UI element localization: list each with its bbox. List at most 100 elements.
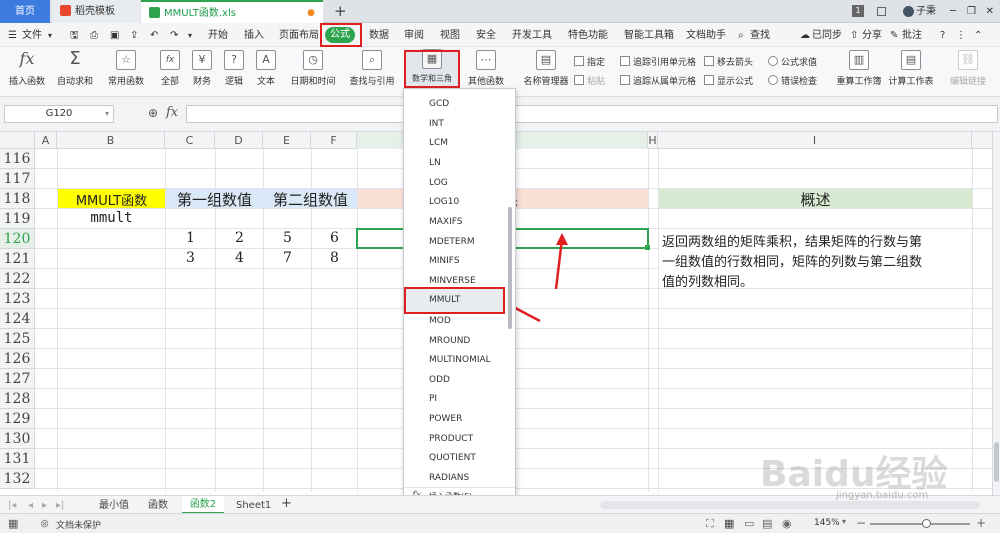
text-functions-button[interactable]: A 文本: [252, 50, 280, 87]
edit-links-button[interactable]: ⛓ 编辑链接: [946, 50, 990, 87]
redo-icon[interactable]: ↷: [170, 28, 178, 43]
fn-item-lcm[interactable]: LCM: [429, 138, 448, 148]
share-icon[interactable]: ⇧: [850, 28, 858, 43]
name-box[interactable]: G120 ▾: [4, 105, 114, 123]
sync-status[interactable]: 已同步: [812, 28, 842, 43]
fn-item-log10[interactable]: LOG10: [429, 197, 459, 207]
menu-page-layout[interactable]: 页面布局: [279, 28, 319, 43]
col-header-b[interactable]: B: [57, 132, 165, 149]
save-icon[interactable]: 🖫: [70, 28, 79, 43]
formula-input[interactable]: [186, 105, 998, 123]
menu-features[interactable]: 特色功能: [568, 28, 608, 43]
menu-view[interactable]: 视图: [440, 28, 460, 43]
evaluate-formula-button[interactable]: 公式求值: [768, 55, 817, 68]
more-icon[interactable]: ⋮: [956, 28, 966, 43]
menu-security[interactable]: 安全: [476, 28, 496, 43]
minimize-icon[interactable]: ─: [950, 0, 956, 23]
fn-item-maxifs[interactable]: MAXIFS: [429, 217, 462, 227]
print-preview-icon[interactable]: ▣: [110, 28, 119, 43]
zoom-level[interactable]: 145%: [814, 518, 840, 528]
lookup-button[interactable]: ⌕ 查找与引用: [344, 50, 400, 87]
zoom-out-icon[interactable]: −: [856, 516, 866, 530]
menu-dev-tools[interactable]: 开发工具: [512, 28, 552, 43]
fn-item-quotient[interactable]: QUOTIENT: [429, 453, 476, 463]
last-sheet-icon[interactable]: ▸|: [56, 498, 64, 513]
next-sheet-icon[interactable]: ▸: [42, 498, 47, 513]
fn-item-power[interactable]: POWER: [429, 414, 462, 424]
help-icon[interactable]: ?: [940, 28, 945, 43]
sheet-tab-sheet1[interactable]: Sheet1: [236, 498, 271, 513]
fn-item-ln[interactable]: LN: [429, 158, 441, 168]
zoom-fn-icon[interactable]: ⊕: [148, 106, 158, 120]
dropdown-scrollbar-thumb[interactable]: [508, 207, 512, 329]
trace-dependents-button[interactable]: 追踪从属单元格: [620, 74, 696, 87]
close-icon[interactable]: ✕: [986, 0, 994, 23]
add-tab-button[interactable]: +: [334, 0, 347, 22]
autosum-button[interactable]: Σ 自动求和: [54, 50, 96, 88]
fn-item-mmult[interactable]: MMULT: [429, 295, 460, 305]
menu-data[interactable]: 数据: [369, 28, 389, 43]
menu-file[interactable]: 文件: [22, 28, 42, 43]
col-header-d[interactable]: D: [215, 132, 263, 149]
name-manager-button[interactable]: ▤ 名称管理器: [522, 50, 570, 87]
print-icon[interactable]: ⎙: [90, 28, 98, 43]
col-header-e[interactable]: E: [263, 132, 311, 149]
fn-item-mdeterm[interactable]: MDETERM: [429, 237, 475, 247]
menu-insert[interactable]: 插入: [244, 28, 264, 43]
tab-home[interactable]: 首页: [0, 0, 50, 23]
insert-function-button[interactable]: fx 插入函数: [6, 50, 48, 88]
tab-daoke-template[interactable]: 稻壳模板: [52, 0, 140, 23]
specify-button[interactable]: 指定: [574, 55, 605, 68]
layout-icon[interactable]: [877, 7, 886, 16]
search-button[interactable]: 查找: [750, 28, 770, 43]
finance-button[interactable]: ¥ 财务: [188, 50, 216, 87]
collapse-ribbon-icon[interactable]: ⌃: [974, 28, 982, 43]
comment-icon[interactable]: ✎: [890, 28, 898, 43]
other-functions-button[interactable]: ⋯ 其他函数: [464, 50, 508, 87]
page-badge[interactable]: 1: [852, 5, 864, 17]
fn-item-int[interactable]: INT: [429, 119, 444, 129]
normal-view-icon[interactable]: ▦: [724, 517, 734, 530]
eye-protect-icon[interactable]: ◉: [782, 517, 792, 530]
show-formulas-button[interactable]: 显示公式: [704, 74, 753, 87]
col-header-i[interactable]: I: [658, 132, 972, 149]
protection-status[interactable]: 文档未保护: [56, 518, 101, 531]
fn-item-log[interactable]: LOG: [429, 178, 448, 188]
horizontal-scrollbar[interactable]: [600, 501, 980, 509]
fn-item-minifs[interactable]: MINIFS: [429, 256, 460, 266]
zoom-slider[interactable]: [870, 523, 970, 525]
fn-item-odd[interactable]: ODD: [429, 375, 450, 385]
logic-button[interactable]: ? 逻辑: [220, 50, 248, 87]
fn-item-product[interactable]: PRODUCT: [429, 434, 473, 444]
col-header-c[interactable]: C: [165, 132, 215, 149]
all-functions-button[interactable]: fx 全部: [156, 50, 184, 87]
name-box-chevron-icon[interactable]: ▾: [105, 106, 109, 122]
zoom-dropdown-icon[interactable]: ▾: [842, 517, 846, 526]
fn-item-mround[interactable]: MROUND: [429, 336, 470, 346]
page-layout-icon[interactable]: ▭: [744, 517, 754, 530]
col-header-a[interactable]: A: [35, 132, 57, 149]
fn-item-minverse[interactable]: MINVERSE: [429, 276, 476, 286]
fn-item-gcd[interactable]: GCD: [429, 99, 449, 109]
comment-button[interactable]: 批注: [902, 28, 922, 43]
datetime-button[interactable]: ◷ 日期和时间: [286, 50, 340, 87]
fn-item-radians[interactable]: RADIANS: [429, 473, 469, 483]
col-header-h[interactable]: H: [648, 132, 658, 149]
zoom-slider-knob[interactable]: [922, 519, 931, 528]
menu-smart-toolbox[interactable]: 智能工具箱: [624, 28, 674, 43]
prev-sheet-icon[interactable]: ◂: [28, 498, 33, 513]
sheet-tab-min[interactable]: 最小值: [99, 498, 129, 513]
add-sheet-button[interactable]: +: [281, 496, 292, 511]
menu-start[interactable]: 开始: [208, 28, 228, 43]
common-functions-button[interactable]: ☆ 常用函数: [104, 50, 148, 87]
sheet-tab-functions2[interactable]: 函数2: [182, 496, 224, 514]
remove-arrows-button[interactable]: 移去箭头: [704, 55, 753, 68]
select-all-corner[interactable]: [0, 132, 35, 149]
paste-button[interactable]: 粘贴: [574, 74, 605, 87]
calc-sheet-button[interactable]: ▤ 计算工作表: [886, 50, 936, 87]
page-break-icon[interactable]: ▤: [762, 517, 772, 530]
fn-item-pi[interactable]: PI: [429, 394, 437, 404]
col-header-f[interactable]: F: [311, 132, 357, 149]
vertical-scrollbar[interactable]: [992, 132, 1000, 495]
scrollbar-thumb[interactable]: [994, 442, 999, 482]
